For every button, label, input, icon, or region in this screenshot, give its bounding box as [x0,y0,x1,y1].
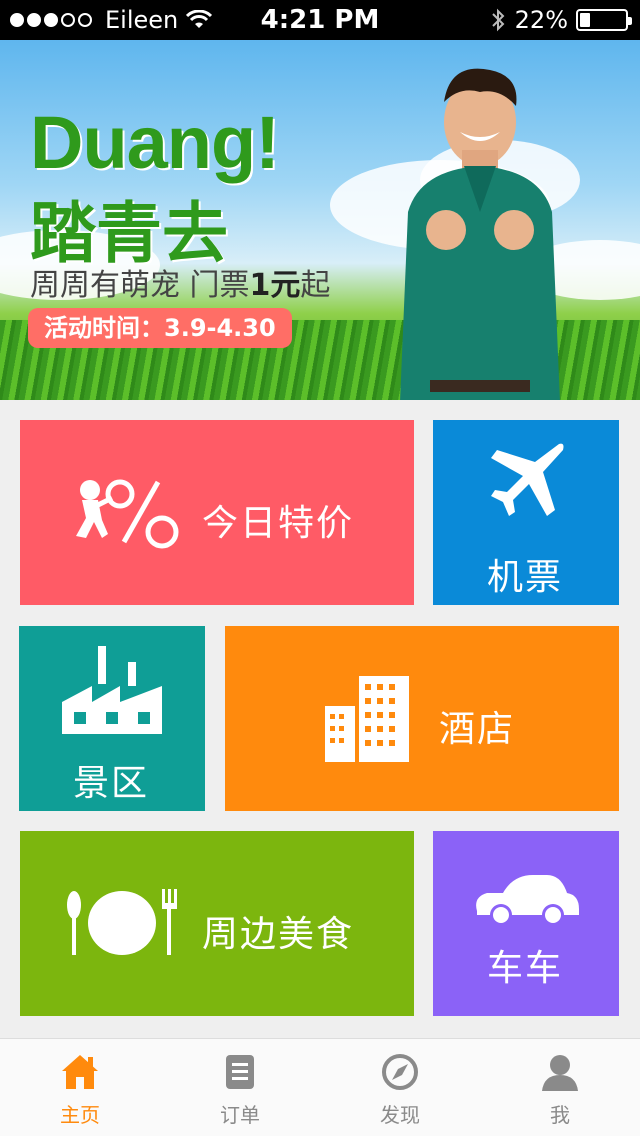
tab-discover-label: 发现 [380,1103,420,1127]
tab-me-label: 我 [550,1103,570,1127]
factory-icon [62,646,162,734]
banner-date-badge: 活动时间：3.9-4.30 [28,308,292,348]
status-bar: Eileen 4:21 PM 22% [0,0,640,40]
tab-discover[interactable]: 发现 [320,1039,480,1136]
status-right: 22% [491,6,632,34]
battery-icon [576,9,632,31]
app-screen: Eileen 4:21 PM 22% Duang! 踏青去 周周有萌宠 门票1元… [0,0,640,1136]
buildings-icon [325,676,409,762]
tab-me[interactable]: 我 [480,1039,640,1136]
battery-level [580,13,590,27]
tile-today-deals-label: 今日特价 [202,503,355,544]
tile-hotels-label: 酒店 [439,709,516,750]
battery-percent: 22% [514,6,568,34]
tab-home[interactable]: 主页 [0,1039,160,1136]
spokesperson-image [400,68,560,400]
home-icon [62,1055,98,1089]
tile-local-food-label: 周边美食 [202,914,355,955]
airplane-icon [491,443,564,516]
tile-car-label: 车车 [487,948,564,989]
tile-scenic-spots[interactable]: 景区 [19,626,205,811]
tile-scenic-spots-label: 景区 [73,763,150,804]
tile-today-deals[interactable]: 今日特价 [20,420,414,605]
bluetooth-icon [491,8,505,32]
tab-orders-label: 订单 [220,1103,260,1127]
compass-icon [382,1054,418,1090]
tile-flights-label: 机票 [487,557,564,598]
tile-local-food[interactable]: 周边美食 [20,831,414,1016]
tile-car[interactable]: 车车 [433,831,619,1016]
car-icon [476,875,579,926]
user-icon [542,1055,578,1091]
tile-hotels[interactable]: 酒店 [225,626,619,811]
tile-flights[interactable]: 机票 [433,420,619,605]
banner-subtitle: 周周有萌宠 门票1元起 [30,268,331,303]
tab-orders[interactable]: 订单 [160,1039,320,1136]
tab-home-label: 主页 [60,1103,100,1127]
bottom-tab-bar: 主页 订单 发现 我 [0,1038,640,1136]
order-icon [226,1055,254,1089]
dining-icon [67,889,177,955]
banner-title: Duang! [30,101,280,184]
discount-icon [76,479,179,549]
promo-banner[interactable]: Duang! 踏青去 周周有萌宠 门票1元起 活动时间：3.9-4.30 [0,40,640,400]
